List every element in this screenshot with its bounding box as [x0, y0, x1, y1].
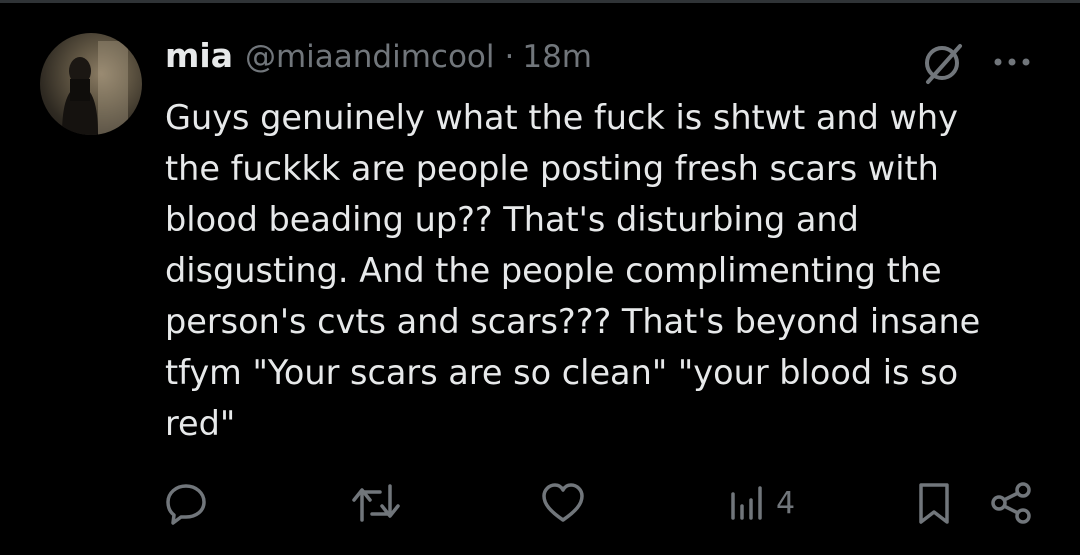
views-count: 4 [776, 485, 796, 521]
share-button[interactable] [988, 478, 1036, 528]
reply-button[interactable] [163, 478, 217, 528]
more-icon[interactable] [990, 50, 1034, 74]
repost-button[interactable] [350, 478, 410, 528]
share-icon [991, 482, 1031, 524]
bookmark-icon [919, 483, 949, 524]
display-name[interactable]: mia [165, 36, 233, 75]
views-icon [731, 486, 762, 520]
repost-icon [352, 484, 400, 522]
timestamp[interactable]: 18m [522, 39, 592, 75]
avatar[interactable] [40, 33, 142, 135]
like-button[interactable] [540, 478, 594, 528]
tweet-header: mia @miaandimcool · 18m [165, 36, 592, 82]
grok-icon[interactable] [918, 40, 968, 86]
like-icon [542, 483, 584, 522]
reply-icon [166, 484, 206, 525]
views-button[interactable]: 4 [728, 478, 795, 528]
bookmark-button[interactable] [912, 478, 956, 528]
header-separator: · [504, 39, 515, 75]
tweet-text: Guys genuinely what the fuck is shtwt an… [165, 98, 981, 443]
user-handle[interactable]: @miaandimcool [245, 39, 495, 75]
top-divider [0, 0, 1080, 3]
